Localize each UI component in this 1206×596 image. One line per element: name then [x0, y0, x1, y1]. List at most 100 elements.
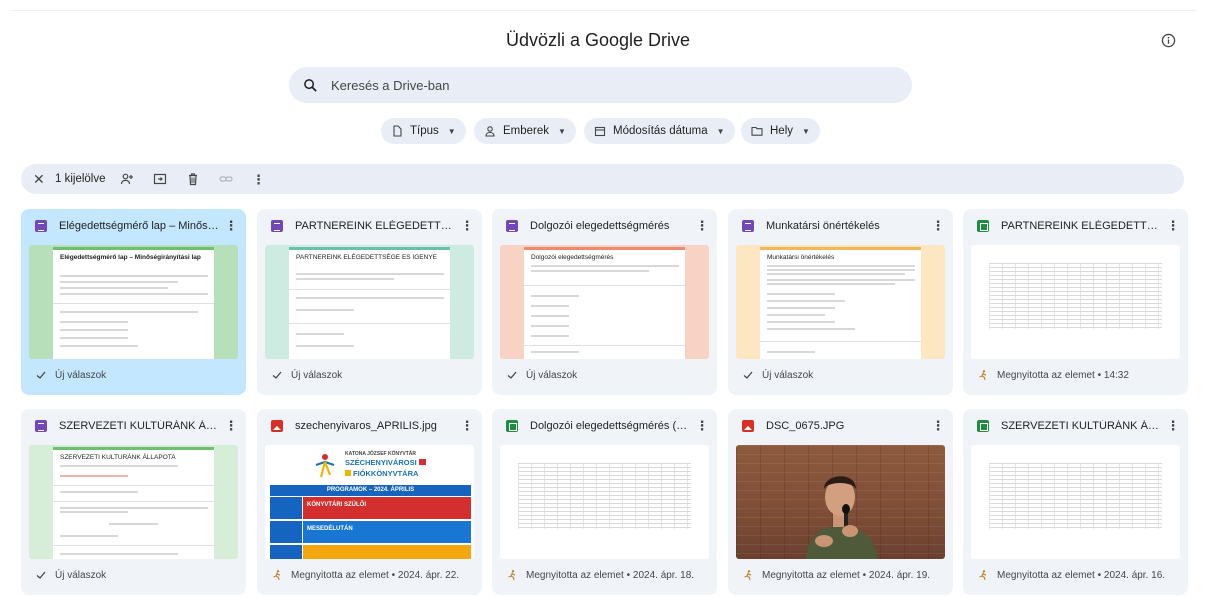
file-title: PARTNEREINK ELÉGEDETTSÉGE …: [295, 220, 455, 232]
file-footer: Új válaszok: [291, 369, 343, 381]
open-icon: [742, 569, 754, 581]
file-title: szechenyivaros_APRILIS.jpg: [295, 420, 437, 432]
poster-line3: FIÓKKÖNYVTÁRA: [353, 469, 419, 478]
file-preview: KATONA JÓZSEF KÖNYVTÁR SZÉCHENYIVÁROSI F…: [265, 445, 474, 559]
more-vert-icon[interactable]: ⋮: [695, 218, 709, 233]
file-title: SZERVEZETI KULTÚRÁNK ÁLLAP…: [1001, 420, 1161, 432]
people-icon: [485, 126, 495, 137]
file-preview: PARTNEREINK ELÉGEDETTSÉGE ES IGENYE: [265, 245, 474, 359]
preview-title: SZERVEZETI KULTURÁNK ÁLLAPOTA: [60, 454, 176, 461]
file-footer: Megnyitotta az elemet • 14:32: [997, 369, 1129, 381]
file-card[interactable]: PARTNEREINK ELÉGEDETTSÉGE … ⋮ PARTNEREIN…: [257, 209, 482, 395]
file-title: Munkatársi önértékelés: [766, 220, 880, 232]
chevron-down-icon: ▼: [558, 126, 566, 136]
file-card[interactable]: Dolgozói elegedettségmérés (vál… ⋮ Megny…: [492, 409, 717, 595]
filter-type-label: Típus: [410, 125, 439, 137]
folder-icon: [751, 126, 763, 136]
forms-file-icon: [271, 220, 283, 232]
file-footer: Megnyitotta az elemet • 2024. ápr. 16.: [997, 569, 1166, 581]
file-card[interactable]: SZERVEZETI KULTÚRÁNK ÁLLAP… ⋮ SZERVEZETI…: [21, 409, 246, 595]
forms-file-icon: [35, 420, 47, 432]
more-vert-icon[interactable]: ⋮: [252, 172, 266, 187]
file-footer: Új válaszok: [526, 369, 578, 381]
preview-title: PARTNEREINK ELÉGEDETTSÉGE ES IGENYE: [296, 254, 437, 261]
file-footer: Új válaszok: [55, 369, 107, 381]
trash-icon[interactable]: [186, 172, 200, 186]
file-card[interactable]: szechenyivaros_APRILIS.jpg ⋮ KATONA JÓZS…: [257, 409, 482, 595]
chevron-down-icon: ▼: [447, 126, 456, 136]
poster-image: KATONA JÓZSEF KÖNYVTÁR SZÉCHENYIVÁROSI F…: [265, 445, 474, 559]
page-title: Üdvözli a Google Drive: [505, 30, 691, 50]
preview-title: Munkatársi önértékelés: [767, 254, 835, 261]
link-icon[interactable]: [218, 172, 233, 186]
file-type-icon: [393, 125, 402, 137]
preview-title: Dolgozói elegedettségmérés: [531, 254, 614, 261]
close-icon[interactable]: ✕: [33, 171, 47, 188]
forms-file-icon: [35, 220, 47, 232]
more-vert-icon[interactable]: ⋮: [224, 418, 238, 433]
file-title: Elégedettségmérő lap – Minőség…: [59, 220, 219, 232]
image-file-icon: [271, 420, 283, 432]
move-icon[interactable]: [153, 172, 167, 186]
more-vert-icon[interactable]: ⋮: [460, 418, 474, 433]
selection-count: 1 kijelölve: [55, 173, 106, 185]
poster-band: PROGRAMOK – 2024. ÁPRILIS: [270, 485, 471, 496]
library-logo: [315, 454, 335, 478]
search-input[interactable]: Keresés a Drive-ban: [289, 67, 912, 103]
forms-file-icon: [506, 220, 518, 232]
file-footer: Új válaszok: [55, 569, 107, 581]
poster-line2: SZÉCHENYIVÁROSI: [345, 458, 417, 467]
filter-modified-chip[interactable]: Módosítás dátuma ▼: [584, 118, 735, 144]
filter-location-label: Hely: [770, 125, 794, 137]
image-file-icon: [742, 420, 754, 432]
file-preview: Dolgozói elegedettségmérés: [500, 245, 709, 359]
more-vert-icon[interactable]: ⋮: [1166, 418, 1180, 433]
open-icon: [506, 569, 518, 581]
filter-people-label: Emberek: [503, 125, 550, 137]
file-footer: Megnyitotta az elemet • 2024. ápr. 22.: [291, 569, 460, 581]
poster-row2: MESEDÉLUTÁN: [303, 521, 471, 543]
sheets-file-icon: [506, 420, 518, 432]
filter-type-chip[interactable]: Típus ▼: [381, 118, 466, 144]
file-card[interactable]: SZERVEZETI KULTÚRÁNK ÁLLAP… ⋮ Megnyitott…: [963, 409, 1188, 595]
filter-modified-label: Módosítás dátuma: [613, 125, 708, 137]
check-icon: [742, 369, 754, 381]
calendar-icon: [594, 126, 606, 137]
check-icon: [35, 569, 47, 581]
more-vert-icon[interactable]: ⋮: [695, 418, 709, 433]
info-icon[interactable]: [1161, 33, 1176, 48]
file-card[interactable]: Munkatársi önértékelés ⋮ Munkatársi önér…: [728, 209, 953, 395]
filter-location-chip[interactable]: Hely ▼: [741, 118, 820, 144]
search-icon: [304, 78, 317, 92]
file-card[interactable]: PARTNEREINK ELÉGEDETTSÉGE … ⋮ Megnyitott…: [963, 209, 1188, 395]
sheets-file-icon: [977, 220, 989, 232]
filter-people-chip[interactable]: Emberek ▼: [474, 118, 576, 144]
photo-image: [736, 445, 945, 559]
poster-line1: KATONA JÓZSEF KÖNYVTÁR: [345, 451, 417, 457]
more-vert-icon[interactable]: ⋮: [931, 418, 945, 433]
top-divider: [10, 10, 1196, 11]
open-icon: [977, 369, 989, 381]
add-person-icon[interactable]: [120, 172, 134, 186]
file-title: DSC_0675.JPG: [766, 420, 845, 432]
more-vert-icon[interactable]: ⋮: [460, 218, 474, 233]
file-preview: [971, 445, 1180, 559]
chevron-down-icon: ▼: [802, 126, 810, 136]
preview-title: Elégedettségmérő lap – Minőségirányítási…: [60, 254, 201, 261]
file-preview: [736, 445, 945, 559]
file-card[interactable]: DSC_0675.JPG ⋮ Megnyitotta az elemet • 2…: [728, 409, 953, 595]
file-footer: Megnyitotta az elemet • 2024. ápr. 19.: [762, 569, 931, 581]
more-vert-icon[interactable]: ⋮: [1166, 218, 1180, 233]
file-preview: [500, 445, 709, 559]
file-card[interactable]: Elégedettségmérő lap – Minőség… ⋮ Eléged…: [21, 209, 246, 395]
forms-file-icon: [742, 220, 754, 232]
file-card[interactable]: Dolgozói elegedettségmérés ⋮ Dolgozói el…: [492, 209, 717, 395]
file-preview: Elégedettségmérő lap – Minőségirányítási…: [29, 245, 238, 359]
filter-chips: Típus ▼ Emberek ▼ Módosítás dátuma ▼ Hel…: [0, 118, 1206, 144]
more-vert-icon[interactable]: ⋮: [224, 218, 238, 233]
sheets-file-icon: [977, 420, 989, 432]
more-vert-icon[interactable]: ⋮: [931, 218, 945, 233]
check-icon: [271, 369, 283, 381]
open-icon: [977, 569, 989, 581]
file-title: SZERVEZETI KULTÚRÁNK ÁLLAP…: [59, 420, 219, 432]
